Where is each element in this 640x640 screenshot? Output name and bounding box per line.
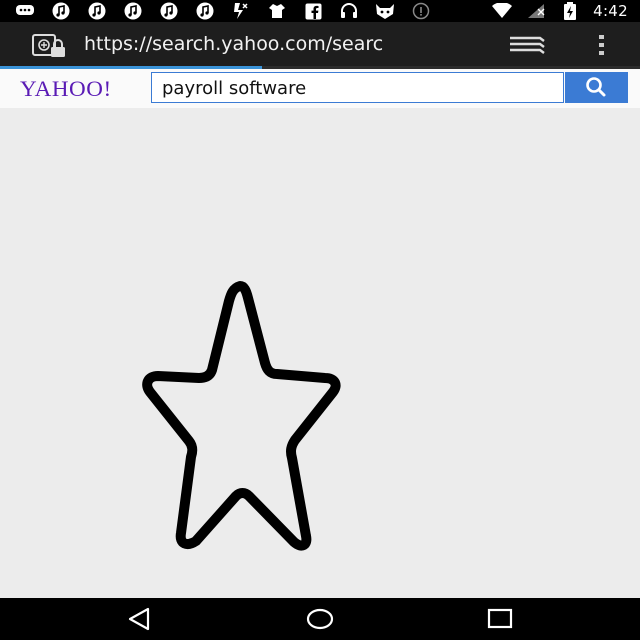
chat-icon (14, 2, 36, 20)
battery-charging-icon (559, 2, 581, 20)
secure-page-icon[interactable] (32, 34, 68, 58)
headset-icon (338, 2, 360, 20)
music-icon (122, 2, 144, 20)
star-drawing (142, 281, 341, 551)
wifi-icon (491, 2, 513, 20)
music-icon (158, 2, 180, 20)
page-content (0, 108, 640, 598)
flash-icon (230, 2, 252, 20)
notification-icons (14, 0, 432, 22)
status-bar: 4:42 (0, 0, 640, 22)
back-icon[interactable] (120, 606, 160, 632)
yahoo-logo[interactable]: YAHOO! (20, 76, 112, 102)
music-icon (194, 2, 216, 20)
search-box (151, 72, 564, 103)
home-icon[interactable] (300, 606, 340, 632)
browser-toolbar: https://search.yahoo.com/searc (0, 22, 640, 66)
system-icons: 4:42 (491, 0, 628, 22)
facebook-icon (302, 2, 324, 20)
navigation-bar (0, 598, 640, 640)
overflow-menu-icon[interactable] (596, 34, 608, 56)
search-icon (586, 77, 606, 97)
recents-icon[interactable] (480, 606, 520, 632)
search-button[interactable] (565, 72, 628, 103)
info-icon (410, 2, 432, 20)
yahoo-search-header: YAHOO! (0, 69, 640, 109)
tabs-icon[interactable] (508, 35, 546, 55)
shirt-icon (266, 2, 288, 20)
signal-icon (525, 2, 547, 20)
address-bar[interactable]: https://search.yahoo.com/searc (84, 32, 476, 56)
status-clock: 4:42 (593, 2, 628, 20)
search-input[interactable] (162, 75, 552, 101)
music-icon (50, 2, 72, 20)
cat-icon (374, 2, 396, 20)
music-icon (86, 2, 108, 20)
